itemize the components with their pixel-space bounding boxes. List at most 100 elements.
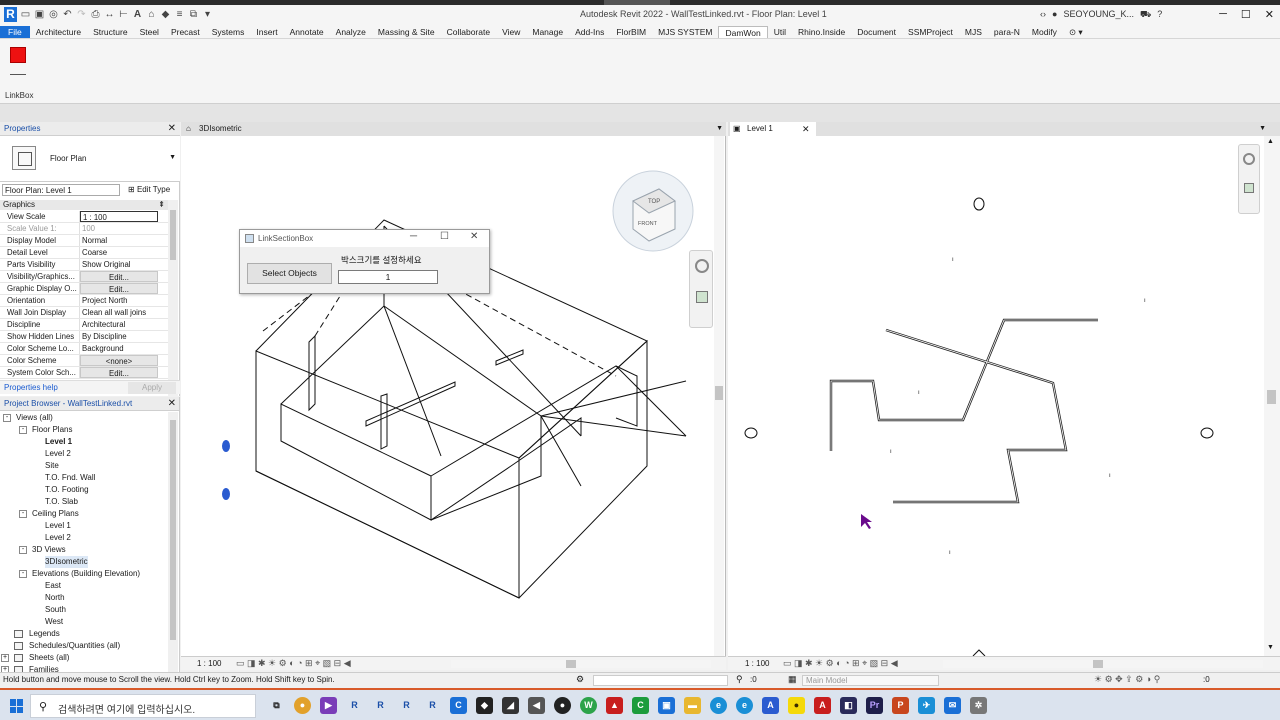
premiere-icon[interactable]: Pr [866,697,883,714]
browser-node[interactable]: - Floor Plans [0,424,170,436]
plan-view-canvas[interactable]: ı ı ı ı ı ı [728,136,1274,657]
selection-tools-icons[interactable]: ☀ ⚙ ✥ ⇪ ⚙ ◑ ⚲ [1094,674,1160,685]
revit-icon[interactable]: R [346,697,363,714]
tab-level-1[interactable]: Level 1 [747,122,773,136]
browser-node[interactable]: Level 1 [0,436,170,448]
property-row[interactable]: Orientation Project North [0,295,168,307]
chevron-down-icon[interactable]: ▼ [169,154,176,161]
property-value[interactable]: Normal [80,235,158,246]
workset-combo[interactable] [593,675,728,686]
vscode-icon[interactable]: ◧ [840,697,857,714]
tab-util[interactable]: Util [768,26,792,38]
browser-node[interactable]: North [0,592,170,604]
tab-architecture[interactable]: Architecture [30,26,87,38]
tab-florbim[interactable]: FlorBIM [610,26,652,38]
save-icon[interactable]: ▣ [34,9,45,20]
scroll-down-icon[interactable]: ▼ [1267,644,1274,651]
horizontal-scrollbar[interactable] [451,660,711,668]
browser-node[interactable]: Schedules/Quantities (all) [0,640,170,652]
tab-mjs-system[interactable]: MJS SYSTEM [652,26,718,38]
start-button[interactable] [10,699,24,713]
ribbon-toggle-icon[interactable]: ⊙ ▾ [1063,26,1089,38]
help-icon[interactable]: ? [1157,9,1162,21]
browser-node[interactable]: Level 1 [0,520,170,532]
browser-node[interactable]: - Ceiling Plans [0,508,170,520]
type-selector[interactable]: Floor Plan ▼ [0,136,180,182]
obs-icon[interactable]: ● [554,697,571,714]
group-graphics[interactable]: Graphics ⇞ [0,200,168,210]
tab-structure[interactable]: Structure [87,26,134,38]
property-row[interactable]: Display Model Normal [0,235,168,247]
tab-modify[interactable]: Modify [1026,26,1063,38]
property-row[interactable]: Show Hidden Lines By Discipline [0,331,168,343]
tab-damwon[interactable]: DamWon [718,26,768,38]
property-edit-button[interactable]: Edit... [80,283,158,294]
switch-windows-icon[interactable]: ⧉ [188,9,199,20]
properties-help-link[interactable]: Properties help [4,383,58,392]
tab-close-icon[interactable]: ✕ [802,122,810,136]
task-view-icon[interactable]: ⧉ [268,697,285,714]
3d-view-scrollbar-v[interactable] [714,136,724,656]
default-3d-icon[interactable]: ⌂ [146,9,157,20]
text-icon[interactable]: A [132,9,143,20]
collapse-icon[interactable]: - [19,510,27,518]
collapse-icon[interactable]: - [3,414,11,422]
powerpoint-icon[interactable]: P [892,697,909,714]
tab-file[interactable]: File [0,26,30,38]
tool-icon[interactable]: ✲ [970,697,987,714]
camtasia-icon[interactable]: C [632,697,649,714]
browser-icon[interactable]: ✈ [918,697,935,714]
close-icon[interactable]: ✕ [168,122,176,136]
edit-type-button[interactable]: ⊞ Edit Type [128,184,170,196]
scrollbar-thumb[interactable] [1267,390,1276,404]
property-row[interactable]: Scale Value 1: 100 [0,223,168,235]
tab-para-n[interactable]: para-N [988,26,1026,38]
expand-icon[interactable]: + [1,654,9,662]
browser-node[interactable]: T.O. Footing [0,484,170,496]
property-value[interactable]: Coarse [80,247,158,258]
browser-node[interactable]: T.O. Slab [0,496,170,508]
tab-add-ins[interactable]: Add-Ins [569,26,610,38]
scrollbar-thumb[interactable] [170,210,176,260]
scrollbar-thumb[interactable] [566,660,576,668]
tab-dropdown-icon[interactable]: ▼ [1259,122,1266,136]
acrobat-icon[interactable]: ▲ [606,697,623,714]
redo-icon[interactable]: ↷ [76,9,87,20]
design-option-combo[interactable]: Main Model [802,675,939,686]
taskbar-search[interactable]: ⚲ 검색하려면 여기에 입력하십시오. [30,694,256,718]
browser-node[interactable]: -3D Views [0,544,170,556]
tab-massing-site[interactable]: Massing & Site [372,26,441,38]
scrollbar-thumb[interactable] [1093,660,1103,668]
property-value[interactable]: Architectural [80,319,158,330]
property-edit-button[interactable]: Edit... [80,271,158,282]
collapse-icon[interactable]: ⇞ [158,200,165,210]
cart-icon[interactable]: ⛟ [1140,9,1151,21]
property-row[interactable]: Graphic Display O... Edit... [0,283,168,295]
view-controls-icons[interactable]: ▭ ◨ ✱ ☀ ⚙ ◐ ◔ ⊞ ⌖ ▧ ⊟ ◀ [236,657,351,670]
property-edit-button[interactable]: Edit... [80,367,158,378]
tab-ssmproject[interactable]: SSMProject [902,26,959,38]
aligned-dimension-icon[interactable]: ⊢ [118,9,129,20]
property-value[interactable]: 100 [80,223,158,234]
browser-node[interactable]: South [0,604,170,616]
open-icon[interactable]: ▭ [20,9,31,20]
scrollbar-thumb[interactable] [715,386,723,400]
tab-systems[interactable]: Systems [206,26,251,38]
collapse-icon[interactable]: - [19,570,27,578]
zoom-icon[interactable] [696,291,708,303]
tab-3disometric[interactable]: 3DIsometric [199,122,242,136]
property-row[interactable]: Discipline Architectural [0,319,168,331]
thin-lines-icon[interactable]: ≡ [174,9,185,20]
horizontal-scrollbar[interactable] [943,660,1263,668]
linkbox-button[interactable] [10,47,26,63]
rhino-icon[interactable]: C [450,697,467,714]
view-scale-3d[interactable]: 1 : 100 [197,657,221,670]
browser-node[interactable]: East [0,580,170,592]
plan-scrollbar-right[interactable]: ▲ ▼ [1264,136,1280,656]
user-name[interactable]: SEOYOUNG_K... [1063,9,1134,21]
acrobat-reader-icon[interactable]: A [814,697,831,714]
dialog-close-button[interactable]: ✕ [470,231,478,242]
browser-node[interactable]: Level 2 [0,448,170,460]
tab-precast[interactable]: Precast [165,26,206,38]
property-value[interactable]: Background [80,343,158,354]
